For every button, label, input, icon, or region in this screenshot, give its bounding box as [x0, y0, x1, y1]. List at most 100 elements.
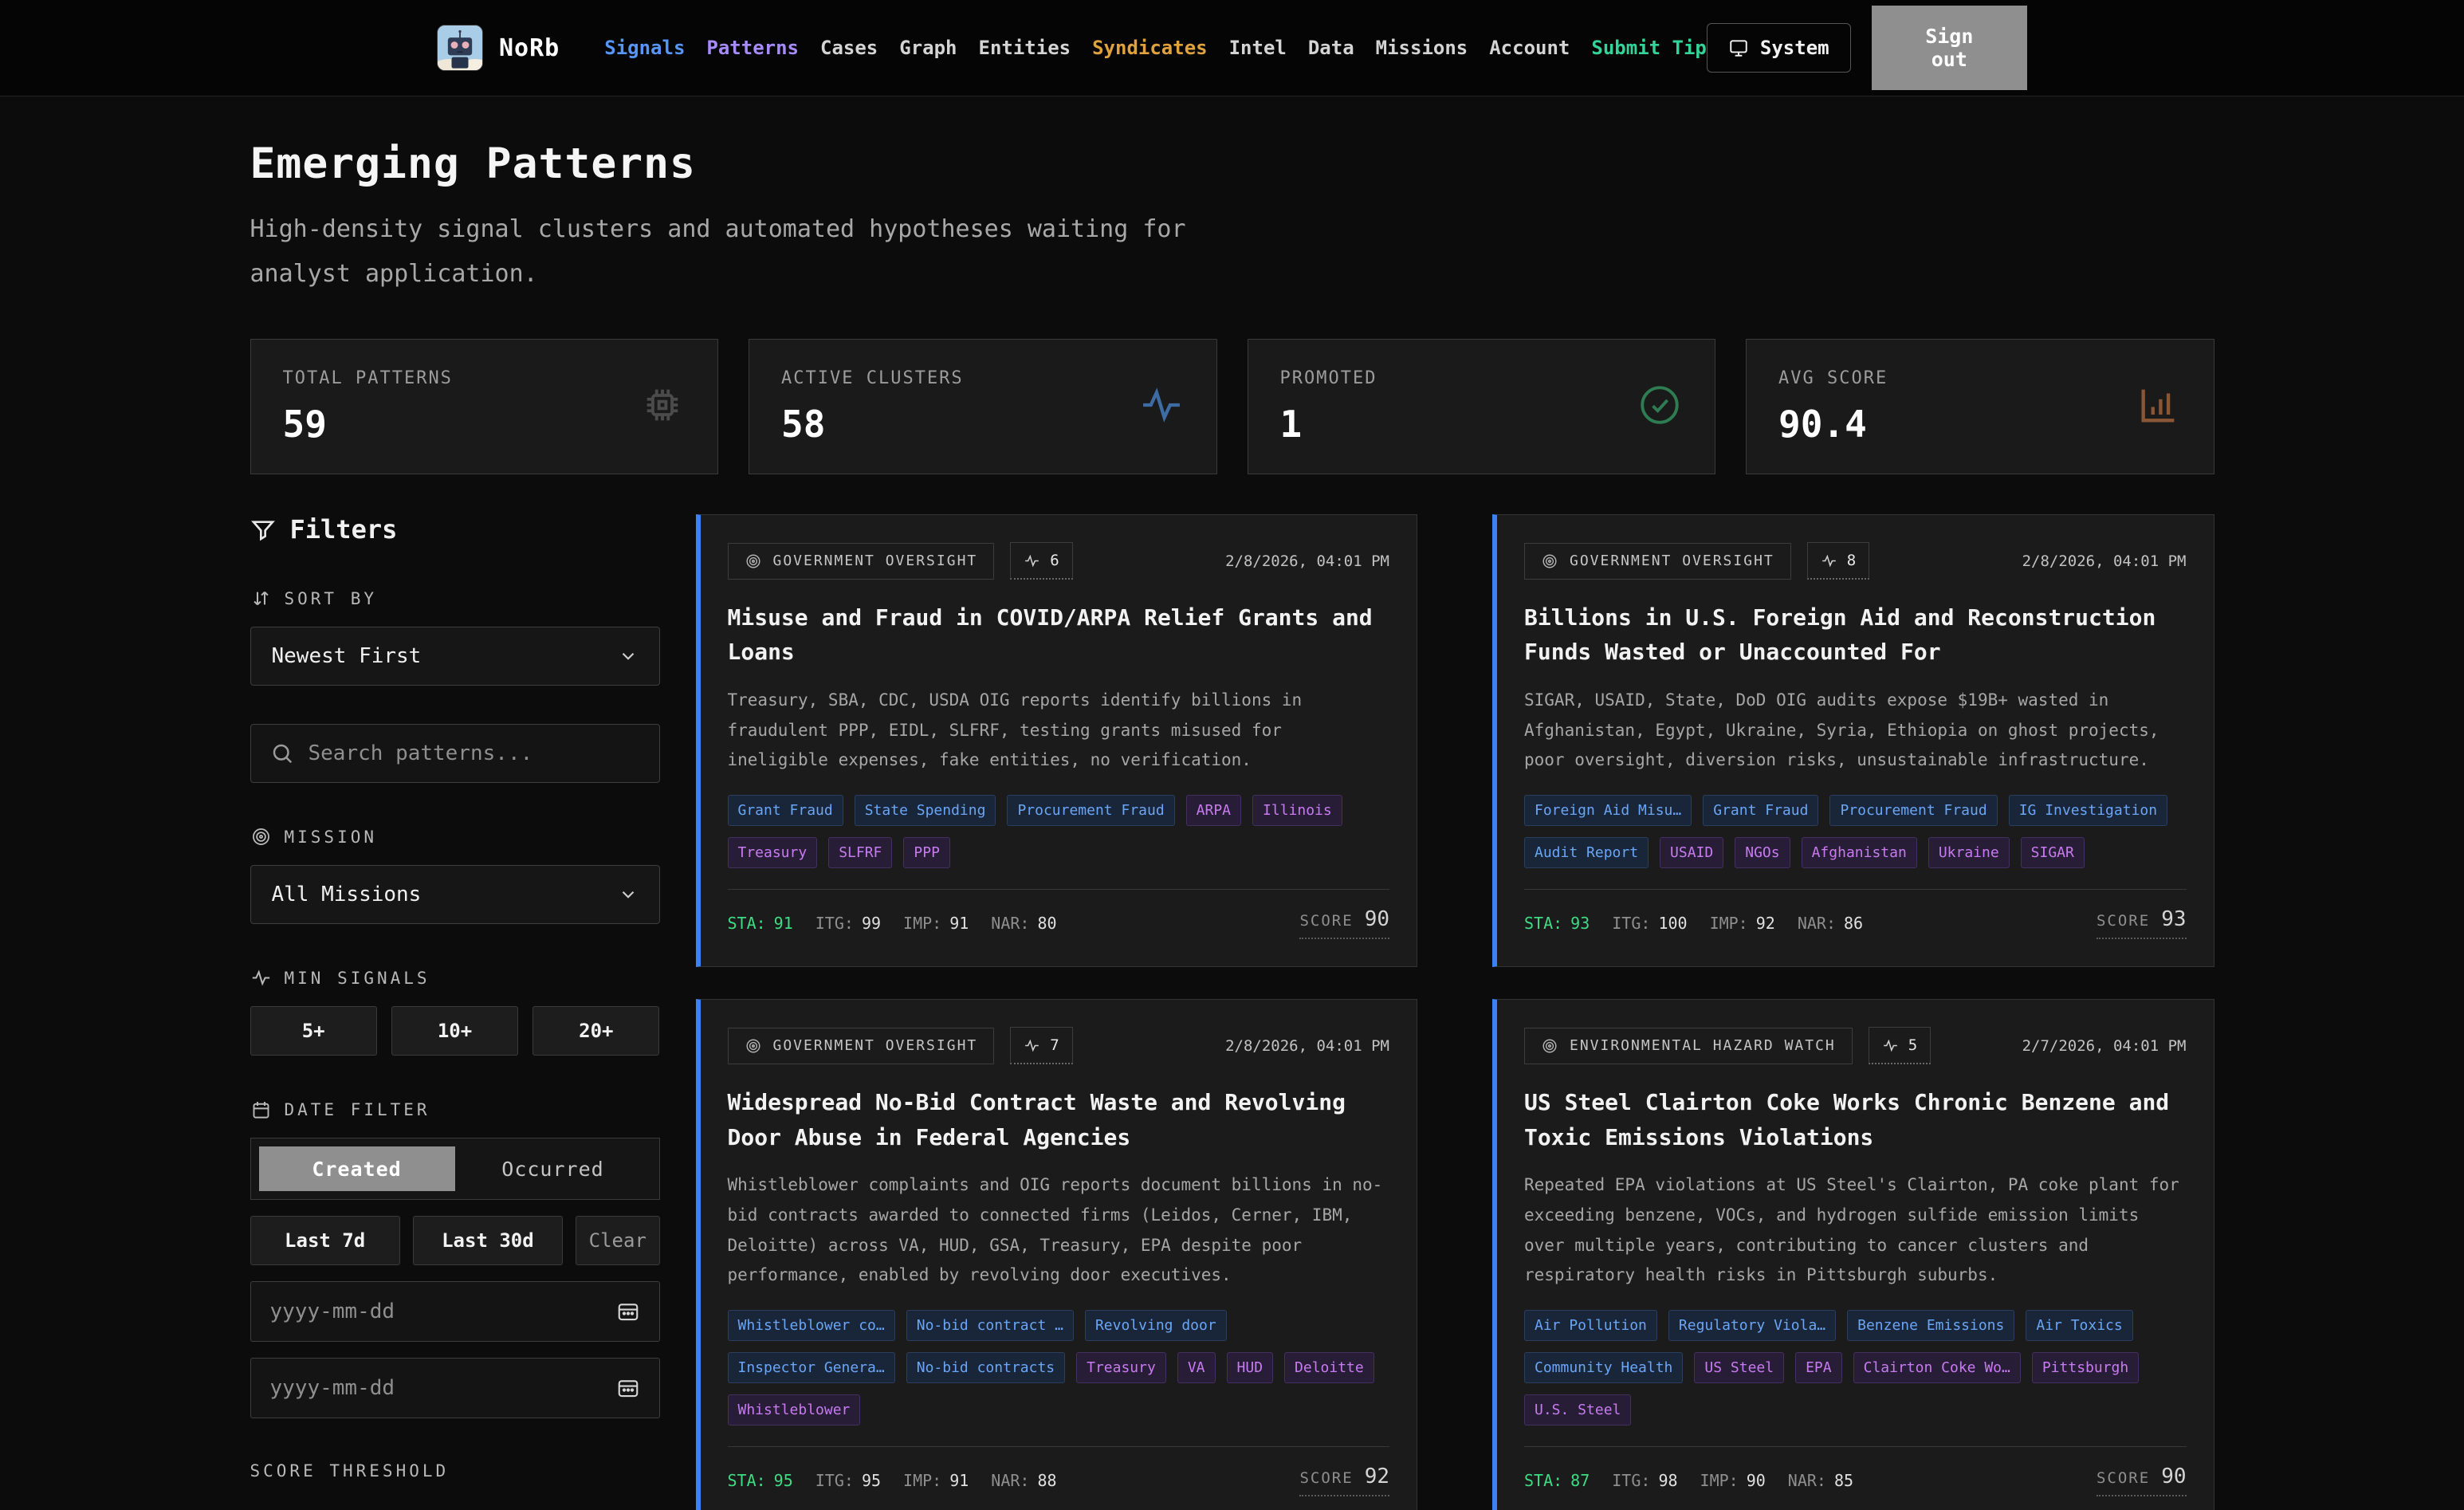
tag[interactable]: Treasury	[1076, 1352, 1166, 1383]
tag[interactable]: Procurement Fraud	[1829, 795, 1997, 826]
tag[interactable]: No-bid contract …	[906, 1310, 1074, 1341]
tag[interactable]: Air Pollution	[1524, 1310, 1657, 1341]
tag[interactable]: Treasury	[728, 837, 818, 868]
card-footer: STA:93ITG:100IMP:92NAR:86 SCORE 93	[1524, 889, 2187, 939]
pattern-card[interactable]: GOVERNMENT OVERSIGHT 8 2/8/2026, 04:01 P…	[1492, 514, 2214, 967]
metric-label: NAR:	[1788, 1471, 1826, 1490]
metric-value: 95	[862, 1471, 881, 1490]
tag[interactable]: Whistleblower	[728, 1394, 861, 1425]
nav-item-intel[interactable]: Intel	[1229, 37, 1287, 59]
min-signals-5-button[interactable]: 5+	[250, 1006, 377, 1056]
date-to-box	[250, 1358, 660, 1418]
tag[interactable]: Whistleblower co…	[728, 1310, 895, 1341]
score-badge: SCORE 93	[2097, 907, 2187, 939]
metric-sta: STA:87	[1524, 1471, 1590, 1490]
card-title[interactable]: Billions in U.S. Foreign Aid and Reconst…	[1524, 600, 2187, 670]
robot-logo-icon	[438, 26, 482, 70]
tag[interactable]: Foreign Aid Misu…	[1524, 795, 1692, 826]
tag[interactable]: Audit Report	[1524, 837, 1649, 868]
tag[interactable]: Deloitte	[1284, 1352, 1374, 1383]
tag[interactable]: U.S. Steel	[1524, 1394, 1631, 1425]
sort-select[interactable]: Newest First	[250, 627, 660, 686]
date-mode-created[interactable]: Created	[259, 1146, 455, 1191]
tag[interactable]: PPP	[903, 837, 950, 868]
card-title[interactable]: US Steel Clairton Coke Works Chronic Ben…	[1524, 1085, 2187, 1154]
mission-select[interactable]: All Missions	[250, 865, 660, 924]
date-mode-occurred[interactable]: Occurred	[455, 1146, 651, 1191]
tag[interactable]: State Spending	[855, 795, 996, 826]
pulse-icon	[1821, 552, 1837, 569]
min-signals-20-button[interactable]: 20+	[532, 1006, 659, 1056]
nav-item-syndicates[interactable]: Syndicates	[1092, 37, 1208, 59]
tag[interactable]: USAID	[1660, 837, 1723, 868]
tag[interactable]: HUD	[1227, 1352, 1274, 1383]
tag[interactable]: NGOs	[1735, 837, 1790, 868]
pattern-card[interactable]: GOVERNMENT OVERSIGHT 6 2/8/2026, 04:01 P…	[696, 514, 1418, 967]
tag[interactable]: Air Toxics	[2026, 1310, 2132, 1341]
calendar-icon[interactable]	[616, 1376, 640, 1400]
stat-active-clusters: ACTIVE CLUSTERS 58	[749, 339, 1217, 474]
tag[interactable]: SIGAR	[2021, 837, 2085, 868]
nav-item-patterns[interactable]: Patterns	[706, 37, 799, 59]
tag[interactable]: Illinois	[1252, 795, 1342, 826]
date-from-input[interactable]	[270, 1300, 603, 1323]
card-description: Treasury, SBA, CDC, USDA OIG reports ide…	[728, 686, 1390, 776]
system-theme-button[interactable]: System	[1707, 23, 1851, 73]
tag[interactable]: Grant Fraud	[728, 795, 843, 826]
metric-label: NAR:	[1798, 914, 1836, 933]
card-footer: STA:91ITG:99IMP:91NAR:80 SCORE 90	[728, 889, 1390, 939]
tag[interactable]: Pittsburgh	[2032, 1352, 2139, 1383]
tag[interactable]: US Steel	[1694, 1352, 1784, 1383]
tag[interactable]: Ukraine	[1928, 837, 2010, 868]
pattern-card[interactable]: GOVERNMENT OVERSIGHT 7 2/8/2026, 04:01 P…	[696, 999, 1418, 1510]
mission-badge-label: GOVERNMENT OVERSIGHT	[773, 1037, 978, 1054]
stat-total-patterns: TOTAL PATTERNS 59	[250, 339, 719, 474]
metric-label: ITG:	[1612, 914, 1650, 933]
tag[interactable]: No-bid contracts	[906, 1352, 1065, 1383]
tag[interactable]: Afghanistan	[1802, 837, 1917, 868]
tag[interactable]: Benzene Emissions	[1847, 1310, 2014, 1341]
tag[interactable]: Inspector Genera…	[728, 1352, 895, 1383]
calendar-icon[interactable]	[616, 1300, 640, 1323]
card-title[interactable]: Widespread No-Bid Contract Waste and Rev…	[728, 1085, 1390, 1154]
pattern-card[interactable]: ENVIRONMENTAL HAZARD WATCH 5 2/7/2026, 0…	[1492, 999, 2214, 1510]
tag[interactable]: IG Investigation	[2009, 795, 2167, 826]
tag[interactable]: Procurement Fraud	[1007, 795, 1174, 826]
filters-sidebar: Filters SORT BY Newest First	[250, 514, 660, 1481]
nav-item-graph[interactable]: Graph	[899, 37, 957, 59]
tag[interactable]: Clairton Coke Wo…	[1853, 1352, 2021, 1383]
score-badge: SCORE 90	[2097, 1465, 2187, 1496]
card-header: GOVERNMENT OVERSIGHT 8 2/8/2026, 04:01 P…	[1524, 542, 2187, 580]
nav-item-entities[interactable]: Entities	[979, 37, 1071, 59]
tag[interactable]: SLFRF	[828, 837, 892, 868]
metric-value: 92	[1756, 914, 1775, 933]
nav-item-account[interactable]: Account	[1489, 37, 1570, 59]
target-icon	[745, 1037, 762, 1055]
tag[interactable]: VA	[1177, 1352, 1216, 1383]
pulse-icon	[250, 967, 272, 989]
target-icon	[1541, 1037, 1558, 1055]
nav-item-signals[interactable]: Signals	[604, 37, 685, 59]
nav-item-missions[interactable]: Missions	[1376, 37, 1468, 59]
tag[interactable]: Revolving door	[1085, 1310, 1227, 1341]
last-30d-button[interactable]: Last 30d	[413, 1216, 563, 1265]
date-to-input[interactable]	[270, 1376, 603, 1400]
nav-item-submit-tip[interactable]: Submit Tip	[1591, 37, 1707, 59]
nav-item-data[interactable]: Data	[1308, 37, 1354, 59]
target-icon	[1541, 552, 1558, 570]
tag[interactable]: ARPA	[1186, 795, 1241, 826]
card-title[interactable]: Misuse and Fraud in COVID/ARPA Relief Gr…	[728, 600, 1390, 670]
tag[interactable]: EPA	[1795, 1352, 1842, 1383]
min-signals-10-button[interactable]: 10+	[391, 1006, 518, 1056]
search-input[interactable]	[308, 741, 640, 765]
stat-value: 90.4	[1778, 403, 2182, 446]
tag[interactable]: Regulatory Viola…	[1668, 1310, 1836, 1341]
nav-item-cases[interactable]: Cases	[820, 37, 878, 59]
last-7d-button[interactable]: Last 7d	[250, 1216, 400, 1265]
sign-out-button[interactable]: Sign out	[1872, 6, 2027, 90]
tag[interactable]: Grant Fraud	[1703, 795, 1818, 826]
metric-value: 87	[1570, 1471, 1590, 1490]
clear-dates-button[interactable]: Clear	[576, 1216, 659, 1265]
stat-value: 1	[1280, 403, 1684, 446]
tag[interactable]: Community Health	[1524, 1352, 1683, 1383]
